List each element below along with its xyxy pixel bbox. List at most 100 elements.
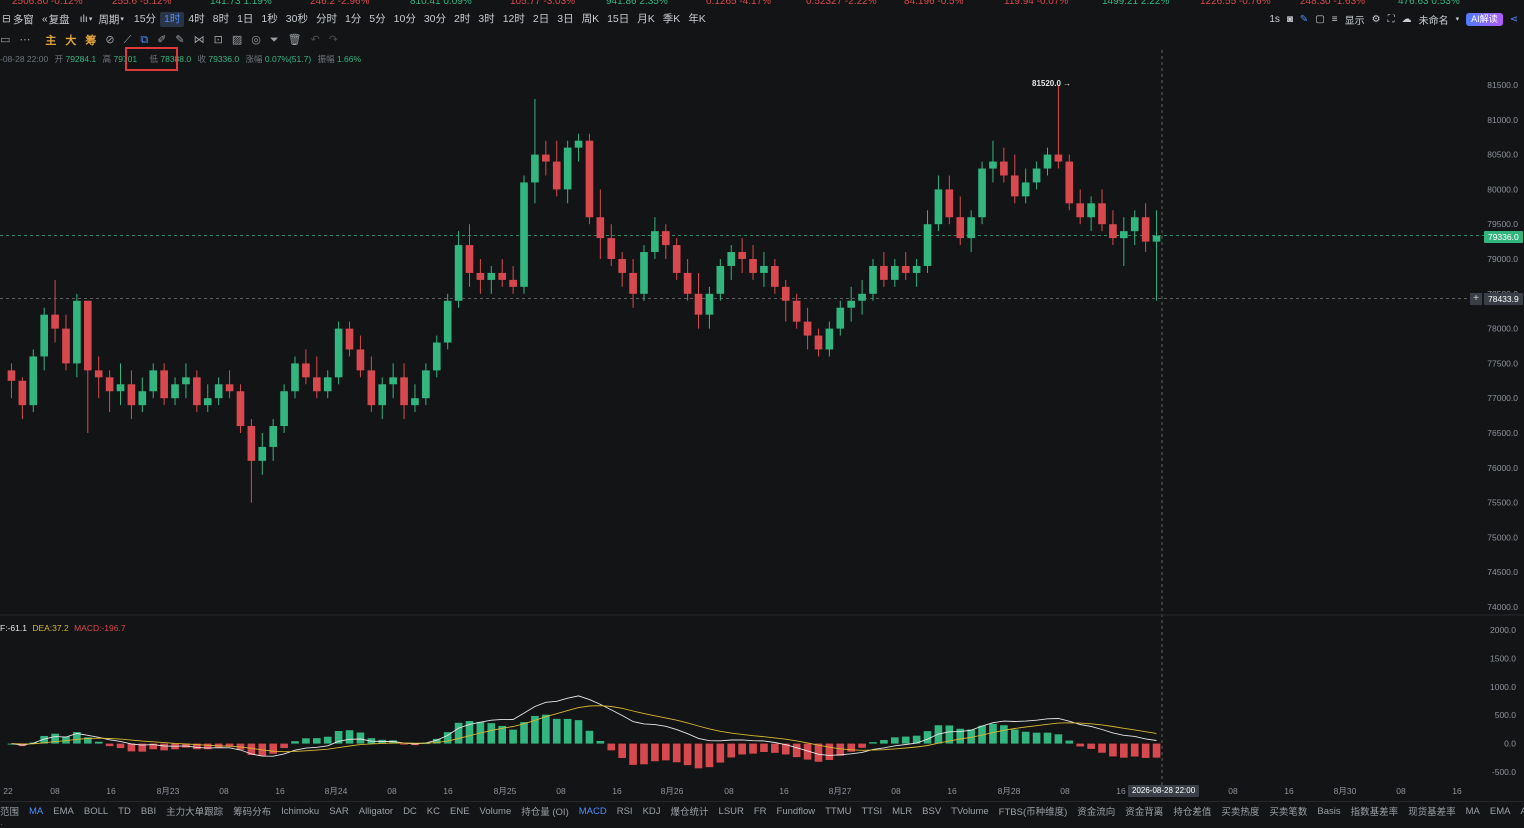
candle[interactable]	[323, 377, 332, 392]
indicator-tab[interactable]: Alligator	[359, 806, 393, 817]
candle[interactable]	[945, 189, 954, 218]
indicator-tab[interactable]: KC	[427, 806, 440, 817]
indicator-icon[interactable]: ⊘	[105, 32, 114, 48]
candle[interactable]	[1130, 217, 1139, 232]
candle[interactable]	[182, 377, 190, 385]
candle[interactable]	[1152, 235, 1161, 242]
candle[interactable]	[901, 265, 910, 273]
timeframe-8[interactable]: 1分	[341, 12, 365, 27]
list-icon[interactable]: ≡	[1332, 14, 1338, 25]
timeframe-18[interactable]: 15日	[603, 12, 633, 27]
ticker-item[interactable]: 0.52327 -2.22%	[806, 0, 877, 7]
period-button[interactable]: 周期	[98, 12, 119, 27]
share-icon[interactable]: ⋖	[1510, 14, 1518, 25]
big-order-button[interactable]: 大	[65, 32, 76, 48]
candle[interactable]	[781, 286, 790, 301]
candle[interactable]	[236, 391, 245, 427]
candle[interactable]	[836, 307, 845, 329]
candle[interactable]	[912, 265, 921, 273]
candle[interactable]	[116, 384, 125, 392]
replay-button[interactable]: 复盘	[49, 12, 70, 27]
add-alert-icon[interactable]: +	[1470, 293, 1482, 305]
timeframe-0[interactable]: 15分	[130, 12, 160, 27]
copy-icon[interactable]: ⧉	[140, 32, 148, 48]
candlestick-chart[interactable]: 81500.0 81000.0 80500.0 80000.0 79500.0 79000…	[0, 50, 1524, 800]
candle[interactable]	[760, 265, 768, 273]
candle[interactable]	[1054, 154, 1063, 162]
candle[interactable]	[345, 328, 354, 350]
indicator-tab[interactable]: TTMU	[825, 806, 851, 817]
more-dots-icon[interactable]: ⋯	[19, 32, 30, 48]
candle[interactable]	[923, 224, 932, 266]
candle[interactable]	[476, 272, 485, 280]
candle[interactable]	[771, 265, 779, 287]
indicator-tab[interactable]: 资金流向	[1077, 804, 1115, 818]
candle[interactable]	[672, 245, 681, 273]
layout-chevron-icon[interactable]: ▾	[1456, 15, 1460, 23]
candle[interactable]	[356, 349, 365, 371]
candle[interactable]	[389, 377, 397, 385]
candle[interactable]	[454, 245, 463, 301]
indicator-tab[interactable]: DC	[403, 806, 417, 817]
candle[interactable]	[378, 384, 387, 406]
candle[interactable]	[1098, 203, 1106, 225]
indicator-tab[interactable]: 爆仓统计	[671, 804, 709, 818]
candle[interactable]	[1120, 231, 1128, 239]
ticker-item[interactable]: 105.77 -3.03%	[510, 0, 575, 7]
lock-icon[interactable]: ⊡	[214, 32, 223, 48]
indicator-tab[interactable]: 持仓量 (OI)	[521, 804, 569, 818]
candle[interactable]	[1043, 154, 1052, 169]
ai-interpret-button[interactable]: AI解读	[1466, 12, 1503, 26]
chart-type-icon[interactable]: ılı	[80, 13, 88, 25]
indicator-tab[interactable]: LSUR	[719, 806, 744, 817]
candle[interactable]	[73, 300, 81, 364]
candle[interactable]	[487, 272, 496, 280]
ticker-item[interactable]: 2506.80 -0.12%	[12, 0, 83, 7]
candle[interactable]	[269, 426, 278, 447]
candle[interactable]	[618, 259, 626, 273]
candle[interactable]	[1087, 203, 1095, 218]
indicator-tab[interactable]: AO	[1520, 806, 1524, 817]
candle[interactable]	[127, 384, 136, 406]
candle[interactable]	[1010, 175, 1019, 197]
multi-window-button[interactable]: 多窗	[13, 12, 34, 27]
indicator-tab[interactable]: 买卖笔数	[1269, 804, 1307, 818]
timeframe-17[interactable]: 周K	[578, 12, 604, 27]
candle[interactable]	[258, 446, 267, 461]
indicator-tab[interactable]: EMA	[53, 806, 74, 817]
timeframe-11[interactable]: 30分	[420, 12, 450, 27]
candle[interactable]	[29, 356, 38, 406]
filter-icon[interactable]: ⏷	[270, 32, 279, 48]
pen-icon[interactable]: ✎	[175, 32, 184, 48]
indicator-tab[interactable]: BOLL	[84, 806, 108, 817]
cloud-icon[interactable]: ☁	[1402, 14, 1412, 25]
edit-icon[interactable]: ✎	[1300, 14, 1308, 25]
period-chevron-icon[interactable]: ▾	[120, 15, 124, 23]
candle[interactable]	[683, 272, 692, 294]
indicator-tab[interactable]: KDJ	[643, 806, 661, 817]
candle[interactable]	[640, 252, 648, 294]
timeframe-20[interactable]: 季K	[659, 12, 685, 27]
pattern-icon[interactable]: ⋈	[194, 32, 205, 48]
ticker-item[interactable]: 1499.21 2.22%	[1102, 0, 1169, 7]
candle[interactable]	[738, 252, 746, 259]
candle[interactable]	[40, 314, 48, 357]
candle[interactable]	[814, 335, 823, 350]
candle[interactable]	[214, 384, 223, 399]
candle[interactable]	[1141, 217, 1150, 242]
timeframe-15[interactable]: 2日	[529, 12, 553, 27]
candle[interactable]	[531, 154, 539, 183]
ticker-item[interactable]: 255.6 -5.12%	[112, 0, 172, 7]
candle[interactable]	[465, 245, 474, 273]
candle[interactable]	[607, 238, 616, 259]
timeframe-9[interactable]: 5分	[365, 12, 389, 27]
candle[interactable]	[411, 398, 419, 406]
timeframe-6[interactable]: 30秒	[282, 12, 312, 27]
indicator-tab[interactable]: BBI	[141, 806, 156, 817]
indicator-tab[interactable]: 现货基差率	[1408, 804, 1456, 818]
ticker-item[interactable]: 84.196 -0.5%	[904, 0, 964, 7]
indicator-tab[interactable]: MLR	[892, 806, 912, 817]
indicator-tab[interactable]: Fundflow	[777, 806, 816, 817]
candle[interactable]	[291, 363, 299, 392]
timeframe-1[interactable]: 1时	[160, 11, 185, 27]
